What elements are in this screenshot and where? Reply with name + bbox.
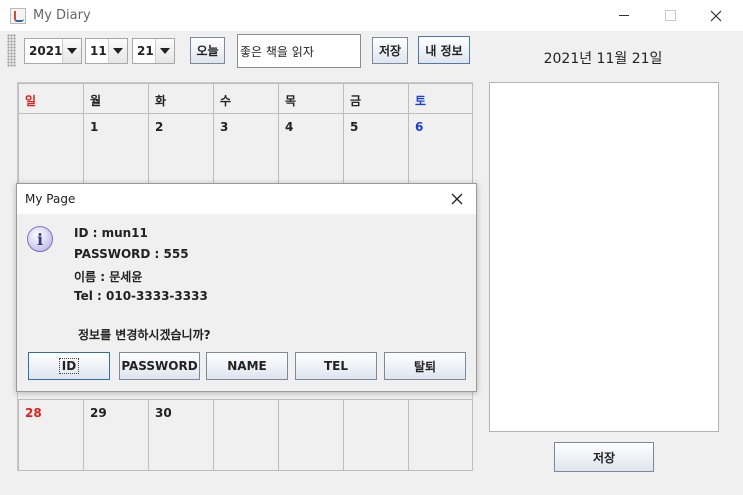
info-icon: i [27, 226, 53, 252]
weekday-tue: 화 [148, 83, 214, 114]
chevron-down-icon[interactable] [108, 39, 127, 63]
day-value: 21 [137, 44, 154, 58]
day-cell[interactable] [408, 399, 473, 471]
chevron-down-icon[interactable] [62, 39, 81, 63]
selected-date-label: 2021년 11월 21일 [543, 51, 663, 67]
weekday-label: 수 [220, 94, 232, 108]
weekday-sat: 토 [408, 83, 473, 114]
day-cell[interactable]: 4 [278, 113, 344, 185]
day-number: 4 [285, 120, 294, 134]
weekday-mon: 월 [83, 83, 149, 114]
day-number: 28 [25, 406, 42, 420]
change-name-button[interactable]: NAME [206, 352, 288, 380]
weekday-wed: 수 [213, 83, 279, 114]
weekday-label: 금 [350, 94, 362, 108]
window-title: My Diary [33, 8, 91, 23]
title-bar: My Diary [0, 0, 743, 31]
day-cell[interactable]: 30 [148, 399, 214, 471]
weekday-fri: 금 [343, 83, 409, 114]
weekday-label: 토 [415, 94, 427, 108]
weekday-label: 월 [90, 94, 102, 108]
weekday-label: 화 [155, 94, 167, 108]
day-cell[interactable]: 29 [83, 399, 149, 471]
day-select[interactable]: 21 [132, 38, 175, 64]
minimize-button[interactable] [601, 0, 647, 31]
diary-text-area[interactable] [489, 82, 719, 432]
day-cell[interactable] [343, 399, 409, 471]
day-cell[interactable]: 2 [148, 113, 214, 185]
month-value: 11 [90, 44, 107, 58]
maximize-icon [664, 10, 676, 21]
change-password-button[interactable]: PASSWORD [119, 352, 200, 380]
my-info-button[interactable]: 내 정보 [418, 36, 470, 64]
day-number: 1 [90, 120, 99, 134]
weekday-thu: 목 [278, 83, 344, 114]
info-tel: Tel : 010-3333-3333 [74, 289, 208, 303]
close-window-button[interactable] [693, 0, 739, 31]
diary-save-button[interactable]: 저장 [554, 442, 654, 472]
today-button[interactable]: 오늘 [190, 37, 225, 64]
year-select[interactable]: 2021 [24, 38, 82, 64]
maximize-button[interactable] [647, 0, 693, 31]
java-app-icon [10, 8, 26, 24]
close-icon [451, 193, 463, 205]
day-cell[interactable] [213, 399, 279, 471]
minimize-icon [619, 15, 629, 16]
day-cell[interactable]: 28 [18, 399, 84, 471]
info-password: PASSWORD : 555 [74, 247, 189, 261]
dialog-title-bar: My Page [17, 184, 476, 214]
day-number: 29 [90, 406, 107, 420]
day-cell[interactable]: 5 [343, 113, 409, 185]
weekday-label: 목 [285, 94, 297, 108]
withdraw-button[interactable]: 탈퇴 [384, 352, 466, 380]
day-cell[interactable] [18, 113, 84, 185]
day-cell[interactable]: 3 [213, 113, 279, 185]
day-number: 2 [155, 120, 164, 134]
info-id: ID : mun11 [74, 226, 148, 240]
dialog-title: My Page [25, 192, 76, 206]
dialog-question: 정보를 변경하시겠습니까? [78, 328, 211, 342]
change-tel-button[interactable]: TEL [295, 352, 377, 380]
day-number: 30 [155, 406, 172, 420]
day-cell[interactable]: 1 [83, 113, 149, 185]
my-page-dialog: My Page i ID : mun11 PASSWORD : 555 이름 :… [16, 183, 477, 392]
day-cell[interactable]: 6 [408, 113, 473, 185]
month-select[interactable]: 11 [85, 38, 128, 64]
change-id-button[interactable]: ID [28, 352, 110, 380]
memo-title-input[interactable]: 좋은 책을 읽자 [237, 34, 361, 68]
weekday-sun: 일 [18, 83, 84, 114]
dialog-close-button[interactable] [442, 186, 472, 212]
close-icon [710, 10, 722, 21]
day-number: 6 [415, 120, 424, 134]
day-number: 5 [350, 120, 359, 134]
toolbar-grip[interactable] [7, 34, 16, 67]
toolbar-save-button[interactable]: 저장 [372, 37, 408, 64]
chevron-down-icon[interactable] [155, 39, 174, 63]
year-value: 2021 [29, 44, 63, 58]
day-cell[interactable] [278, 399, 344, 471]
info-name: 이름 : 문세윤 [74, 270, 143, 284]
weekday-label: 일 [25, 94, 37, 108]
button-label: ID [58, 358, 80, 374]
day-number: 3 [220, 120, 229, 134]
